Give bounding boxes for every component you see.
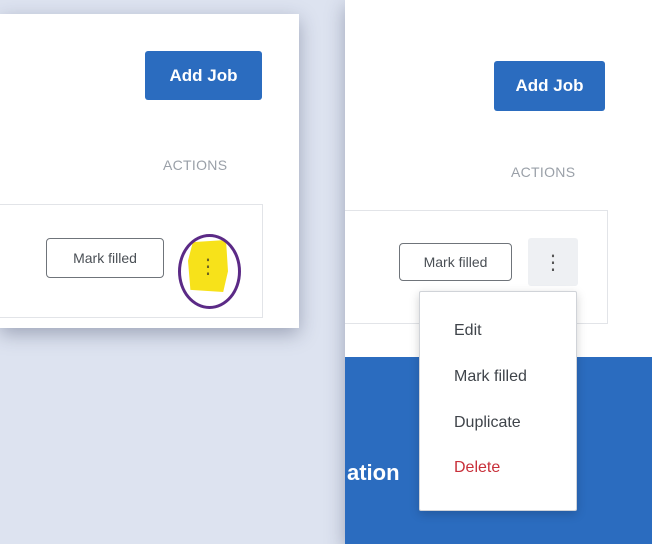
menu-item-delete[interactable]: Delete bbox=[454, 459, 500, 477]
mark-filled-button[interactable]: Mark filled bbox=[46, 238, 164, 278]
add-job-button[interactable]: Add Job bbox=[494, 61, 605, 111]
menu-item-mark-filled[interactable]: Mark filled bbox=[454, 368, 527, 386]
mark-filled-button[interactable]: Mark filled bbox=[399, 243, 512, 281]
annotation-circle bbox=[178, 234, 241, 309]
job-table-panel-before: Add Job ACTIONS Mark filled ⋮ bbox=[0, 14, 299, 328]
actions-dropdown-menu: Edit Mark filled Duplicate Delete bbox=[419, 291, 577, 511]
banner-heading: ation bbox=[347, 460, 400, 485]
more-actions-icon[interactable]: ⋮ bbox=[528, 238, 578, 286]
actions-column-header: ACTIONS bbox=[163, 157, 228, 173]
actions-column-header: ACTIONS bbox=[511, 164, 576, 180]
menu-item-duplicate[interactable]: Duplicate bbox=[454, 414, 521, 432]
add-job-button[interactable]: Add Job bbox=[145, 51, 262, 100]
menu-item-edit[interactable]: Edit bbox=[454, 322, 482, 340]
